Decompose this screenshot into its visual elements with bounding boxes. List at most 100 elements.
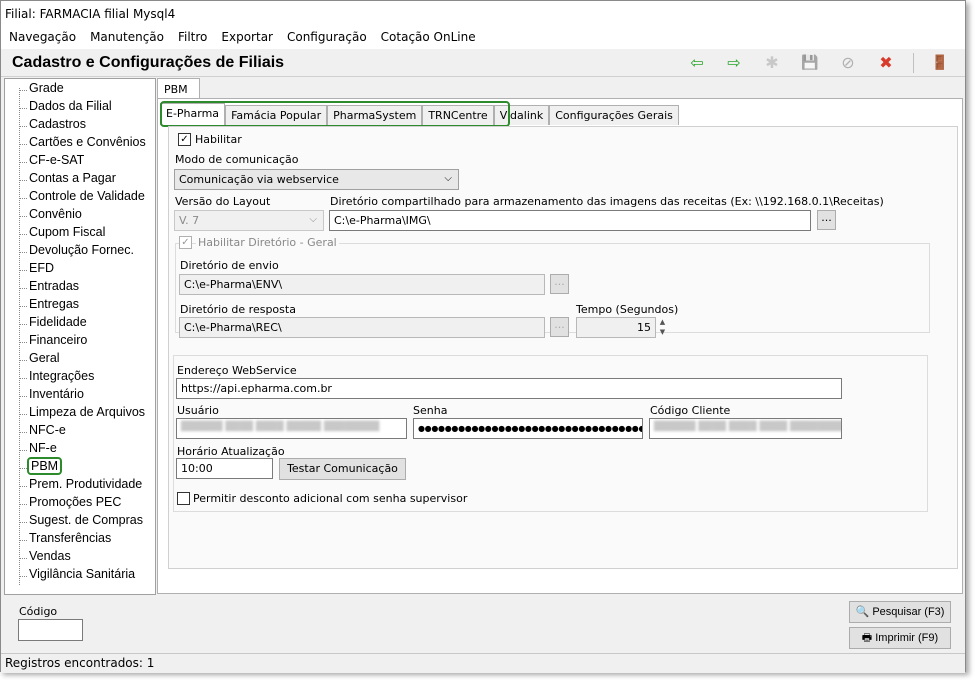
envio-input[interactable]: C:\e-Pharma\ENV\: [179, 274, 545, 295]
versao-label: Versão do Layout: [175, 195, 271, 208]
menu-filtro[interactable]: Filtro: [178, 27, 207, 49]
tree-item-label: EFD: [29, 261, 54, 275]
desconto-label: Permitir desconto adicional com senha su…: [193, 492, 468, 505]
tempo-spinner[interactable]: ▲ ▼: [657, 317, 668, 338]
toolbar-divider: [913, 53, 914, 73]
tree-item[interactable]: Vigilância Sanitária: [19, 567, 135, 585]
tree-item-label: Entradas: [29, 279, 80, 293]
search-icon: 🔍: [855, 606, 870, 618]
tree-item-label: Dados da Filial: [29, 99, 112, 113]
browse-dir-compartilhado-button[interactable]: ...: [817, 210, 836, 230]
new-record-icon[interactable]: ✱: [760, 52, 784, 74]
menu-configuracao[interactable]: Configuração: [287, 27, 367, 49]
senha-input[interactable]: ●●●●●●●●●●●●●●●●●●●●●●●●●●●●●●●●●●●●: [413, 418, 643, 439]
tree-item[interactable]: Entregas: [19, 297, 79, 315]
tree-item[interactable]: Promoções PEC: [19, 495, 121, 513]
imprimir-button[interactable]: 🖶 Imprimir (F9): [849, 627, 951, 649]
tree-item[interactable]: Contas a Pagar: [19, 171, 116, 189]
habilitar-diretorio-checkbox[interactable]: ✓: [179, 236, 192, 249]
tree-item[interactable]: Sugest. de Compras: [19, 513, 143, 531]
pbm-page: E-Pharma Famácia Popular PharmaSystem TR…: [157, 98, 963, 594]
habilitar-label: Habilitar: [195, 133, 242, 146]
tree-item[interactable]: Entradas: [19, 279, 79, 297]
page-header: Cadastro e Configurações de Filiais ⇦ ⇨ …: [1, 49, 965, 77]
codigo-input[interactable]: [18, 619, 83, 641]
habilitar-checkbox[interactable]: ✓: [178, 133, 191, 146]
tree-item[interactable]: Dados da Filial: [19, 99, 112, 117]
menu-cotacao-online[interactable]: Cotação OnLine: [381, 27, 476, 49]
tree-item-label: PBM: [27, 457, 63, 475]
usuario-label: Usuário: [177, 404, 219, 417]
menu-bar: Navegação Manutenção Filtro Exportar Con…: [1, 27, 965, 49]
exit-icon[interactable]: 🚪: [928, 52, 952, 74]
footer: Código 🔍 Pesquisar (F3) 🖶 Imprimir (F9): [4, 597, 965, 653]
tree-item[interactable]: Convênio: [19, 207, 82, 225]
tree-item[interactable]: Transferências: [19, 531, 111, 549]
tree-item-label: Transferências: [29, 531, 112, 545]
menu-manutencao[interactable]: Manutenção: [90, 27, 164, 49]
codigo-cliente-input[interactable]: ██████ ████ ████ ████ ████████: [649, 418, 842, 439]
tree-item[interactable]: Financeiro: [19, 333, 87, 351]
cancel-icon[interactable]: ⊘: [836, 52, 860, 74]
envio-label: Diretório de envio: [180, 259, 279, 272]
endereco-label: Endereço WebService: [177, 364, 297, 377]
tree-item[interactable]: Cupom Fiscal: [19, 225, 105, 243]
pesquisar-button[interactable]: 🔍 Pesquisar (F3): [849, 601, 951, 623]
tree-item[interactable]: EFD: [19, 261, 54, 279]
tempo-input[interactable]: 15: [576, 317, 656, 338]
modo-label: Modo de comunicação: [175, 153, 299, 166]
dir-compartilhado-input[interactable]: C:\e-Pharma\IMG\: [329, 210, 811, 231]
tree-item-label: Inventário: [29, 387, 84, 401]
resposta-label: Diretório de resposta: [180, 303, 296, 316]
tree-item-label: Prem. Produtividade: [29, 477, 143, 491]
tree-item-label: CF-e-SAT: [29, 153, 85, 167]
back-arrow-icon[interactable]: ⇦: [685, 52, 709, 74]
horario-input[interactable]: 10:00: [176, 458, 273, 479]
modo-select[interactable]: Comunicação via webservice ⌵: [174, 169, 459, 190]
tree-item-label: Promoções PEC: [29, 495, 122, 509]
modo-value: Comunicação via webservice: [179, 173, 339, 186]
tree-item[interactable]: Integrações: [19, 369, 94, 387]
tree-item-label: NFC-e: [29, 423, 66, 437]
tree-item-label: Integrações: [29, 369, 95, 383]
tree-item[interactable]: Grade: [19, 81, 64, 99]
navigation-tree: Grade Dados da Filial Cadastros Cartões e C…: [4, 78, 156, 595]
tree-item[interactable]: NFC-e: [19, 423, 66, 441]
e-pharma-panel: ✓ Habilitar Modo de comunicação Comunica…: [168, 126, 958, 569]
desconto-checkbox[interactable]: [177, 492, 190, 505]
tree-item[interactable]: Fidelidade: [19, 315, 87, 333]
tree-item[interactable]: Inventário: [19, 387, 84, 405]
tree-item-label: Vendas: [29, 549, 71, 563]
tree-item[interactable]: Geral: [19, 351, 60, 369]
delete-icon[interactable]: ✖: [874, 52, 898, 74]
tree-item[interactable]: PBM: [19, 457, 63, 477]
versao-select[interactable]: V. 7 ⌵: [174, 210, 324, 231]
tree-item[interactable]: Cadastros: [19, 117, 86, 135]
tree-item-label: NF-e: [29, 441, 57, 455]
save-icon[interactable]: 💾: [798, 52, 822, 74]
tree-item[interactable]: Controle de Validade: [19, 189, 145, 207]
tree-item[interactable]: Prem. Produtividade: [19, 477, 142, 495]
menu-navegacao[interactable]: Navegação: [9, 27, 76, 49]
tree-item-label: Geral: [29, 351, 60, 365]
forward-arrow-icon[interactable]: ⇨: [722, 52, 746, 74]
tree-item[interactable]: CF-e-SAT: [19, 153, 84, 171]
browse-resposta-button[interactable]: ...: [550, 317, 569, 337]
resposta-input[interactable]: C:\e-Pharma\REC\: [179, 317, 545, 338]
tree-item[interactable]: Cartões e Convênios: [19, 135, 146, 153]
testar-comunicacao-button[interactable]: Testar Comunicação: [279, 458, 406, 480]
tab-configuracoes-gerais[interactable]: Configurações Gerais: [549, 105, 679, 125]
printer-icon: 🖶: [861, 632, 873, 644]
usuario-input[interactable]: ██████ ████ ████ █████ ████████: [176, 418, 407, 439]
tree-item[interactable]: Vendas: [19, 549, 71, 567]
tabs-highlight-box: [160, 101, 510, 127]
tree-item[interactable]: Devolução Fornec.: [19, 243, 134, 261]
senha-label: Senha: [413, 404, 448, 417]
dir-compartilhado-label: Diretório compartilhado para armazenamen…: [330, 195, 884, 208]
tree-item[interactable]: Limpeza de Arquivos: [19, 405, 145, 423]
tab-pbm[interactable]: PBM: [157, 78, 200, 98]
menu-exportar[interactable]: Exportar: [221, 27, 273, 49]
browse-envio-button[interactable]: ...: [550, 274, 569, 294]
versao-value: V. 7: [179, 214, 200, 227]
endereco-input[interactable]: https://api.epharma.com.br: [176, 378, 842, 399]
